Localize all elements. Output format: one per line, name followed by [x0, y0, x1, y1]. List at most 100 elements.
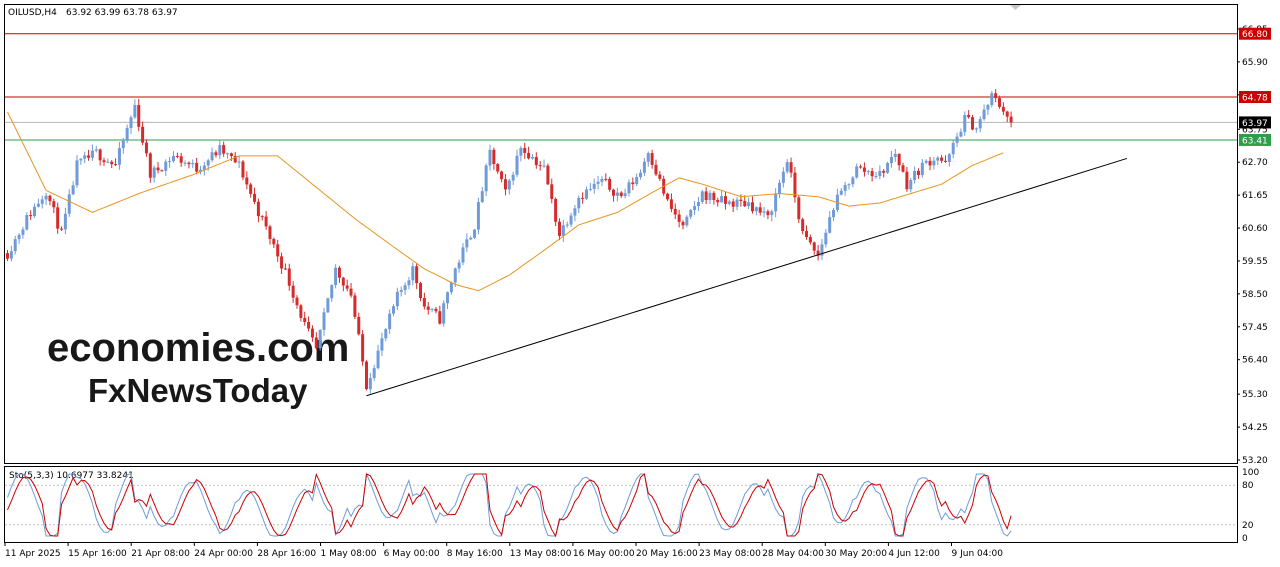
candle-body [812, 242, 816, 251]
candle-body [156, 167, 160, 171]
candle-body [998, 98, 1002, 107]
time-tick-label: 24 Apr 00:00 [194, 549, 253, 559]
candle-body [561, 225, 565, 236]
candle-body [569, 215, 573, 225]
candle-body [469, 237, 473, 240]
candle-body [839, 190, 843, 195]
candle-body [654, 164, 658, 175]
candle-body [600, 178, 604, 182]
candle-body [828, 217, 832, 233]
candle-body [87, 155, 91, 158]
candle-body [272, 238, 276, 245]
candle-body [901, 165, 905, 172]
candle-body [519, 147, 523, 156]
candle-body [874, 176, 878, 178]
trading-chart[interactable]: economies.com FxNewsToday OILUSD,H4 63.9… [0, 0, 1280, 567]
candle-body [974, 128, 978, 130]
candle-body [750, 202, 754, 212]
candle-body [44, 195, 48, 200]
candle-body [33, 206, 37, 217]
osc-tick-label: 20 [1242, 521, 1254, 531]
candle-body [708, 192, 712, 201]
candle-body [206, 160, 210, 166]
time-tick-label: 28 May 04:00 [762, 549, 824, 559]
watermark: economies.com FxNewsToday [47, 326, 349, 409]
candle-body [79, 158, 83, 161]
candle-body [592, 183, 596, 189]
candle-body [210, 152, 214, 161]
candle-body [627, 182, 631, 194]
candle-body [114, 164, 118, 166]
candle-body [330, 285, 334, 299]
candle-body [256, 201, 260, 217]
candle-body [932, 160, 936, 166]
candle-body [137, 105, 141, 127]
candle-body [1005, 111, 1009, 117]
candle-body [963, 115, 967, 132]
candle-body [372, 368, 376, 379]
candle-body [716, 200, 720, 203]
candle-body [241, 161, 245, 178]
candle-body [71, 185, 75, 195]
oscillator-frame[interactable] [4, 466, 1238, 543]
symbol-label: OILUSD,H4 [8, 8, 57, 18]
price-tick-label: 56.40 [1242, 356, 1268, 366]
candle-body [770, 211, 774, 216]
candle-body [90, 150, 94, 158]
candle-body [650, 153, 654, 165]
candle-body [774, 193, 778, 212]
candle-body [669, 199, 673, 209]
candle-body [395, 291, 399, 307]
candle-body [916, 170, 920, 176]
candle-body [585, 189, 588, 199]
ohlc-readout: 63.92 63.99 63.78 63.97 [66, 8, 178, 18]
candle-body [253, 193, 257, 202]
candle-body [337, 267, 341, 278]
candle-body [341, 277, 345, 286]
candle-body [67, 194, 71, 214]
candle-body [249, 184, 253, 194]
candle-body [349, 288, 353, 296]
candle-body [720, 196, 724, 203]
candle-body [862, 167, 866, 172]
candle-body [673, 208, 677, 215]
candle-body [492, 149, 496, 165]
candle-body [824, 232, 828, 245]
candle-body [615, 192, 619, 196]
candle-body [646, 153, 650, 162]
candle-body [889, 157, 893, 164]
candle-body [430, 308, 434, 310]
time-tick-label: 6 May 00:00 [384, 549, 440, 559]
candle-body [731, 201, 735, 207]
candle-body [511, 174, 515, 181]
candle-body [588, 188, 592, 190]
candle-body [438, 311, 442, 324]
candle-body [171, 156, 175, 162]
candle-body [9, 251, 13, 259]
candle-body [368, 378, 372, 390]
candle-body [924, 160, 928, 163]
candle-body [878, 170, 882, 177]
candle-body [152, 167, 156, 178]
candle-body [376, 350, 380, 369]
candle-body [866, 171, 870, 173]
candle-body [160, 170, 164, 172]
candle-body [392, 306, 395, 314]
candle-body [793, 172, 797, 198]
candle-body [503, 179, 507, 190]
candle-body [129, 117, 133, 129]
candle-body [415, 266, 419, 284]
time-tick-label: 4 Jun 12:00 [888, 549, 940, 559]
candle-body [121, 140, 125, 149]
candle-body [299, 305, 303, 318]
watermark-fxnewstoday: FxNewsToday [88, 372, 308, 409]
candle-body [565, 224, 569, 226]
candle-body [1001, 106, 1005, 112]
candle-body [117, 148, 121, 165]
candle-body [978, 119, 982, 129]
candle-body [766, 211, 770, 216]
time-tick-label: 13 May 08:00 [510, 549, 572, 559]
price-tick-label: 58.50 [1242, 290, 1268, 300]
candle-body [619, 192, 623, 197]
candle-body [681, 221, 685, 226]
